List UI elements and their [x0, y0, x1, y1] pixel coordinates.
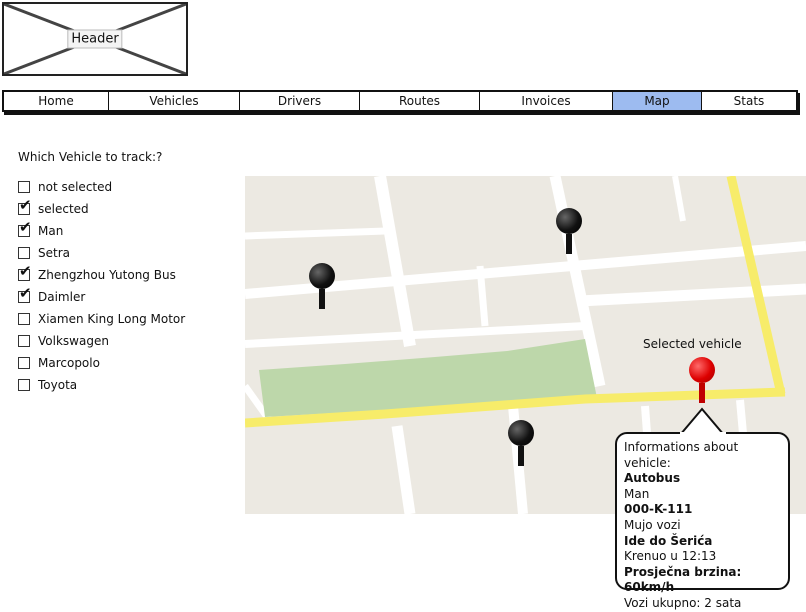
tab-stats[interactable]: Stats	[702, 92, 796, 110]
vehicle-checkbox-item[interactable]: Marcopolo	[18, 352, 185, 374]
info-driver: Mujo vozi	[624, 517, 681, 532]
tab-invoices[interactable]: Invoices	[480, 92, 613, 110]
checkbox-unchecked[interactable]	[18, 313, 30, 325]
vehicle-checkbox-item[interactable]: ✔ Zhengzhou Yutong Bus	[18, 264, 185, 286]
main-nav: Home Vehicles Drivers Routes Invoices Ma…	[2, 90, 798, 112]
info-destination: Ide do Šerića	[624, 533, 713, 548]
vehicle-checkbox-item[interactable]: Toyota	[18, 374, 185, 396]
header-label: Header	[67, 29, 123, 49]
checkmark-icon: ✔	[19, 218, 32, 236]
header-placeholder: Header	[2, 2, 188, 76]
tab-vehicles[interactable]: Vehicles	[109, 92, 240, 110]
vehicle-pin[interactable]	[555, 208, 585, 258]
vehicle-label: Volkswagen	[38, 334, 109, 348]
vehicle-checkbox-item[interactable]: Xiamen King Long Motor	[18, 308, 185, 330]
tab-drivers[interactable]: Drivers	[240, 92, 360, 110]
info-type: Autobus	[624, 471, 681, 486]
vehicle-pin[interactable]	[308, 263, 338, 313]
vehicle-checkbox-item[interactable]: ✔ Man	[18, 220, 185, 242]
info-plate: 000-K-111	[624, 502, 693, 517]
checkbox-unchecked[interactable]	[18, 247, 30, 259]
selected-vehicle-label: Selected vehicle	[643, 337, 742, 351]
vehicle-pin[interactable]	[507, 420, 537, 470]
checkbox-checked[interactable]: ✔	[18, 286, 32, 303]
info-total-time: Vozi ukupno: 2 sata	[624, 595, 742, 610]
vehicle-checkbox-item[interactable]: Setra	[18, 242, 185, 264]
vehicle-label: Man	[38, 224, 64, 238]
vehicle-label: Toyota	[38, 378, 78, 392]
vehicle-checkbox-list: not selected ✔ selected ✔ Man Setra ✔ Zhengzhou…	[18, 176, 185, 396]
checkbox-unchecked[interactable]	[18, 181, 30, 193]
vehicle-checkbox-item[interactable]: ✔ selected	[18, 198, 185, 220]
info-departure: Krenuo u 12:13	[624, 549, 717, 564]
tab-map[interactable]: Map	[613, 92, 702, 110]
checkmark-icon: ✔	[19, 262, 32, 280]
tab-routes[interactable]: Routes	[360, 92, 480, 110]
vehicle-checkbox-item[interactable]: not selected	[18, 176, 185, 198]
checkmark-icon: ✔	[19, 284, 32, 302]
checkbox-checked[interactable]: ✔	[18, 198, 32, 215]
vehicle-filter-title: Which Vehicle to track:?	[18, 150, 163, 164]
vehicle-label: Setra	[38, 246, 70, 260]
tab-home[interactable]: Home	[4, 92, 109, 110]
checkbox-unchecked[interactable]	[18, 379, 30, 391]
checkbox-checked[interactable]: ✔	[18, 264, 32, 281]
info-avg-speed: Prosječna brzina: 60km/h	[624, 564, 742, 595]
info-popup-pointer	[678, 407, 726, 435]
vehicle-checkbox-item[interactable]: ✔ Daimler	[18, 286, 185, 308]
checkbox-unchecked[interactable]	[18, 357, 30, 369]
checkmark-icon: ✔	[19, 196, 32, 214]
info-popup-joint	[680, 432, 726, 436]
vehicle-label: Marcopolo	[38, 356, 100, 370]
vehicle-label: not selected	[38, 180, 113, 194]
checkbox-checked[interactable]: ✔	[18, 220, 32, 237]
selected-vehicle-pin[interactable]	[688, 357, 718, 407]
vehicle-label: selected	[38, 202, 89, 216]
vehicle-checkbox-item[interactable]: Volkswagen	[18, 330, 185, 352]
vehicle-label: Xiamen King Long Motor	[38, 312, 186, 326]
vehicle-info-popup: Informations about vehicle: Autobus Man …	[615, 432, 790, 610]
info-brand: Man	[624, 486, 650, 501]
vehicle-label: Zhengzhou Yutong Bus	[38, 268, 176, 282]
info-title: Informations about vehicle:	[624, 440, 739, 470]
vehicle-label: Daimler	[38, 290, 86, 304]
checkbox-unchecked[interactable]	[18, 335, 30, 347]
